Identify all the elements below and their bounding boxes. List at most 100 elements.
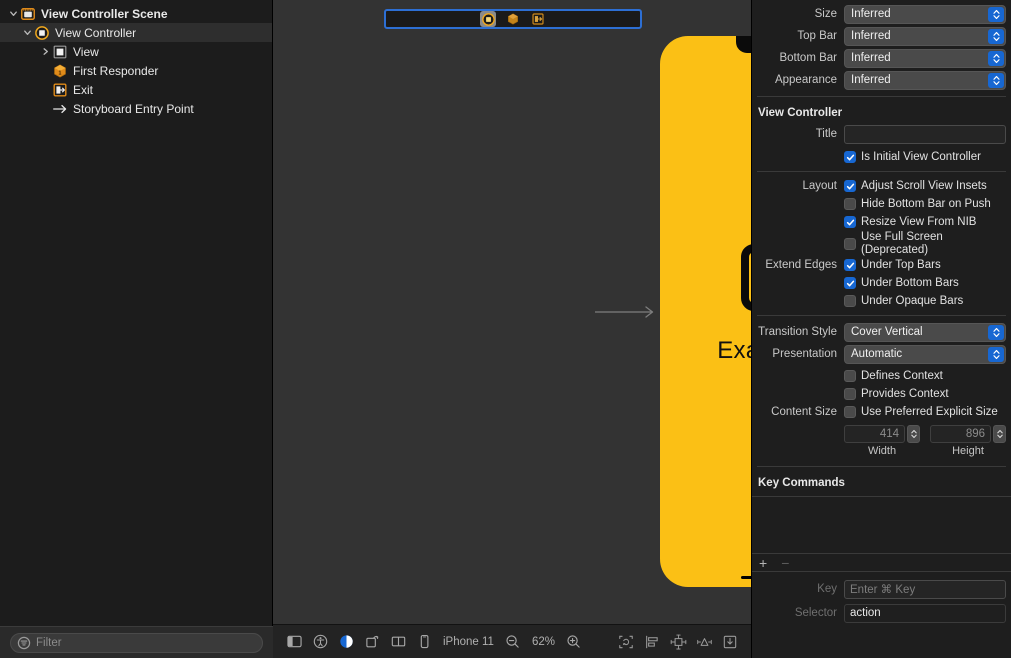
show-document-outline-icon[interactable] xyxy=(281,630,307,654)
height-stepper-arrows[interactable] xyxy=(993,425,1006,444)
inspector-row-size: Size Inferred xyxy=(757,3,1006,25)
outline-row-view[interactable]: View xyxy=(0,42,272,61)
divider xyxy=(757,96,1006,97)
inspector-row-adjust-scroll-view-insets: Layout Adjust Scroll View Insets xyxy=(757,177,1006,195)
chevron-updown-icon xyxy=(988,28,1004,44)
accessibility-inspector-icon[interactable] xyxy=(307,630,333,654)
inspector-row-appearance: Appearance Inferred xyxy=(757,69,1006,91)
entry-point-arrow-icon xyxy=(52,101,68,117)
title-input[interactable] xyxy=(844,124,1006,144)
height-input[interactable]: 896 xyxy=(930,425,991,444)
height-caption: Height xyxy=(952,445,984,458)
defines-context-label: Defines Context xyxy=(861,369,943,382)
outline-row-exit[interactable]: Exit xyxy=(0,80,272,99)
disclosure-down-icon[interactable] xyxy=(20,26,34,40)
resize-view-from-nib-checkbox[interactable] xyxy=(844,216,856,228)
zoom-out-icon[interactable] xyxy=(500,630,526,654)
chevron-updown-icon xyxy=(988,72,1004,88)
storyboard-entry-arrow xyxy=(594,305,657,319)
transition-style-label: Transition Style xyxy=(758,325,837,338)
presentation-value: Automatic xyxy=(851,348,903,361)
under-opaque-bars-checkbox[interactable] xyxy=(844,295,856,308)
resize-view-from-nib-label: Resize View From NIB xyxy=(861,215,977,228)
inspector-row-title: Title xyxy=(757,123,1006,145)
inspector-row-under-bottom-bars: Under Bottom Bars xyxy=(757,274,1006,292)
key-commands-list[interactable] xyxy=(752,497,1011,554)
bottom-bar-label: Bottom Bar xyxy=(779,51,837,64)
provides-context-checkbox[interactable] xyxy=(844,388,856,401)
split-view-icon[interactable] xyxy=(385,630,411,654)
disclosure-down-icon[interactable] xyxy=(6,7,20,21)
no-disclosure xyxy=(38,64,52,78)
appearance-value: Inferred xyxy=(851,74,891,86)
view-controller-icon xyxy=(34,25,50,41)
size-popup[interactable]: Inferred xyxy=(844,4,1006,24)
inspector-row-resize-view-from-nib: Resize View From NIB xyxy=(757,213,1006,231)
adaptation-icon[interactable] xyxy=(359,630,385,654)
outline-row-storyboard-entry-point[interactable]: Storyboard Entry Point xyxy=(0,99,272,118)
no-disclosure xyxy=(38,102,52,116)
adjust-scroll-view-insets-label: Adjust Scroll View Insets xyxy=(861,179,987,192)
chevron-updown-icon xyxy=(988,6,1004,22)
zoom-in-icon[interactable] xyxy=(561,630,587,654)
outline-row-first-responder[interactable]: 1 First Responder xyxy=(0,61,272,80)
outline-row-label: View xyxy=(73,44,99,59)
top-bar-popup[interactable]: Inferred xyxy=(844,26,1006,46)
appearance-variations-icon[interactable] xyxy=(333,630,359,654)
device-name-label[interactable]: iPhone 11 xyxy=(437,636,500,648)
device-orientation-icon[interactable] xyxy=(411,630,437,654)
chevron-updown-icon xyxy=(988,324,1004,340)
under-top-bars-checkbox[interactable] xyxy=(844,259,856,272)
use-preferred-explicit-size-checkbox[interactable] xyxy=(844,406,856,419)
view-icon xyxy=(52,44,68,60)
inspector-row-hide-bottom-bar-on-push: Hide Bottom Bar on Push xyxy=(757,195,1006,213)
presentation-popup[interactable]: Automatic xyxy=(844,344,1006,364)
width-stepper-arrows[interactable] xyxy=(907,425,920,444)
under-bottom-bars-checkbox[interactable] xyxy=(844,277,856,290)
inspector-row-under-opaque-bars: Under Opaque Bars xyxy=(757,292,1006,310)
use-full-screen-checkbox[interactable] xyxy=(844,237,856,250)
embed-in-icon[interactable] xyxy=(717,630,743,654)
outline-row-view-controller[interactable]: View Controller xyxy=(0,23,272,42)
width-input[interactable]: 414 xyxy=(844,425,905,444)
first-responder-dock-icon[interactable] xyxy=(505,11,521,27)
add-key-command-button[interactable]: + xyxy=(759,556,767,570)
selector-input[interactable]: action xyxy=(844,603,1006,623)
disclosure-right-icon[interactable] xyxy=(38,45,52,59)
width-stepper[interactable]: 414 xyxy=(844,425,920,444)
no-disclosure xyxy=(38,83,52,97)
outline-row-view-controller-scene[interactable]: View Controller Scene xyxy=(0,4,272,23)
zoom-level-label[interactable]: 62% xyxy=(526,636,561,648)
filter-input[interactable]: Filter xyxy=(10,632,263,653)
is-initial-view-controller-checkbox[interactable] xyxy=(844,151,856,163)
content-size-fields: 414 Width 896 Height xyxy=(757,425,1006,457)
resolve-auto-layout-icon[interactable] xyxy=(691,630,717,654)
hide-bottom-bar-on-push-checkbox[interactable] xyxy=(844,198,856,210)
align-icon[interactable] xyxy=(639,630,665,654)
adjust-scroll-view-insets-checkbox[interactable] xyxy=(844,180,856,192)
divider xyxy=(757,466,1006,468)
scene-dock[interactable] xyxy=(384,9,642,29)
appearance-popup[interactable]: Inferred xyxy=(844,70,1006,90)
inspector-row-provides-context: Provides Context xyxy=(757,385,1006,403)
storyboard-canvas[interactable]: Example VC xyxy=(273,0,910,658)
exit-icon xyxy=(52,82,68,98)
update-frames-icon[interactable] xyxy=(613,630,639,654)
svg-text:1: 1 xyxy=(59,70,62,76)
exit-dock-icon[interactable] xyxy=(530,11,546,27)
inspector-row-presentation: Presentation Automatic xyxy=(757,343,1006,365)
bottom-bar-popup[interactable]: Inferred xyxy=(844,48,1006,68)
defines-context-checkbox[interactable] xyxy=(844,370,856,383)
inspector-row-content-size: Content Size Use Preferred Explicit Size xyxy=(757,403,1006,421)
inspector-row-transition-style: Transition Style Cover Vertical xyxy=(757,321,1006,343)
height-stepper[interactable]: 896 xyxy=(930,425,1006,444)
key-commands-add-bar: + − xyxy=(752,553,1011,573)
is-initial-view-controller-label: Is Initial View Controller xyxy=(861,150,981,163)
view-controller-dock-icon[interactable] xyxy=(480,11,496,27)
key-input[interactable]: Enter ⌘ Key xyxy=(844,579,1006,599)
transition-style-popup[interactable]: Cover Vertical xyxy=(844,322,1006,342)
remove-key-command-button[interactable]: − xyxy=(781,556,789,570)
outline-tree: View Controller Scene View Controller Vi… xyxy=(0,0,272,118)
add-constraints-icon[interactable] xyxy=(665,630,691,654)
top-bar-label: Top Bar xyxy=(797,29,837,42)
